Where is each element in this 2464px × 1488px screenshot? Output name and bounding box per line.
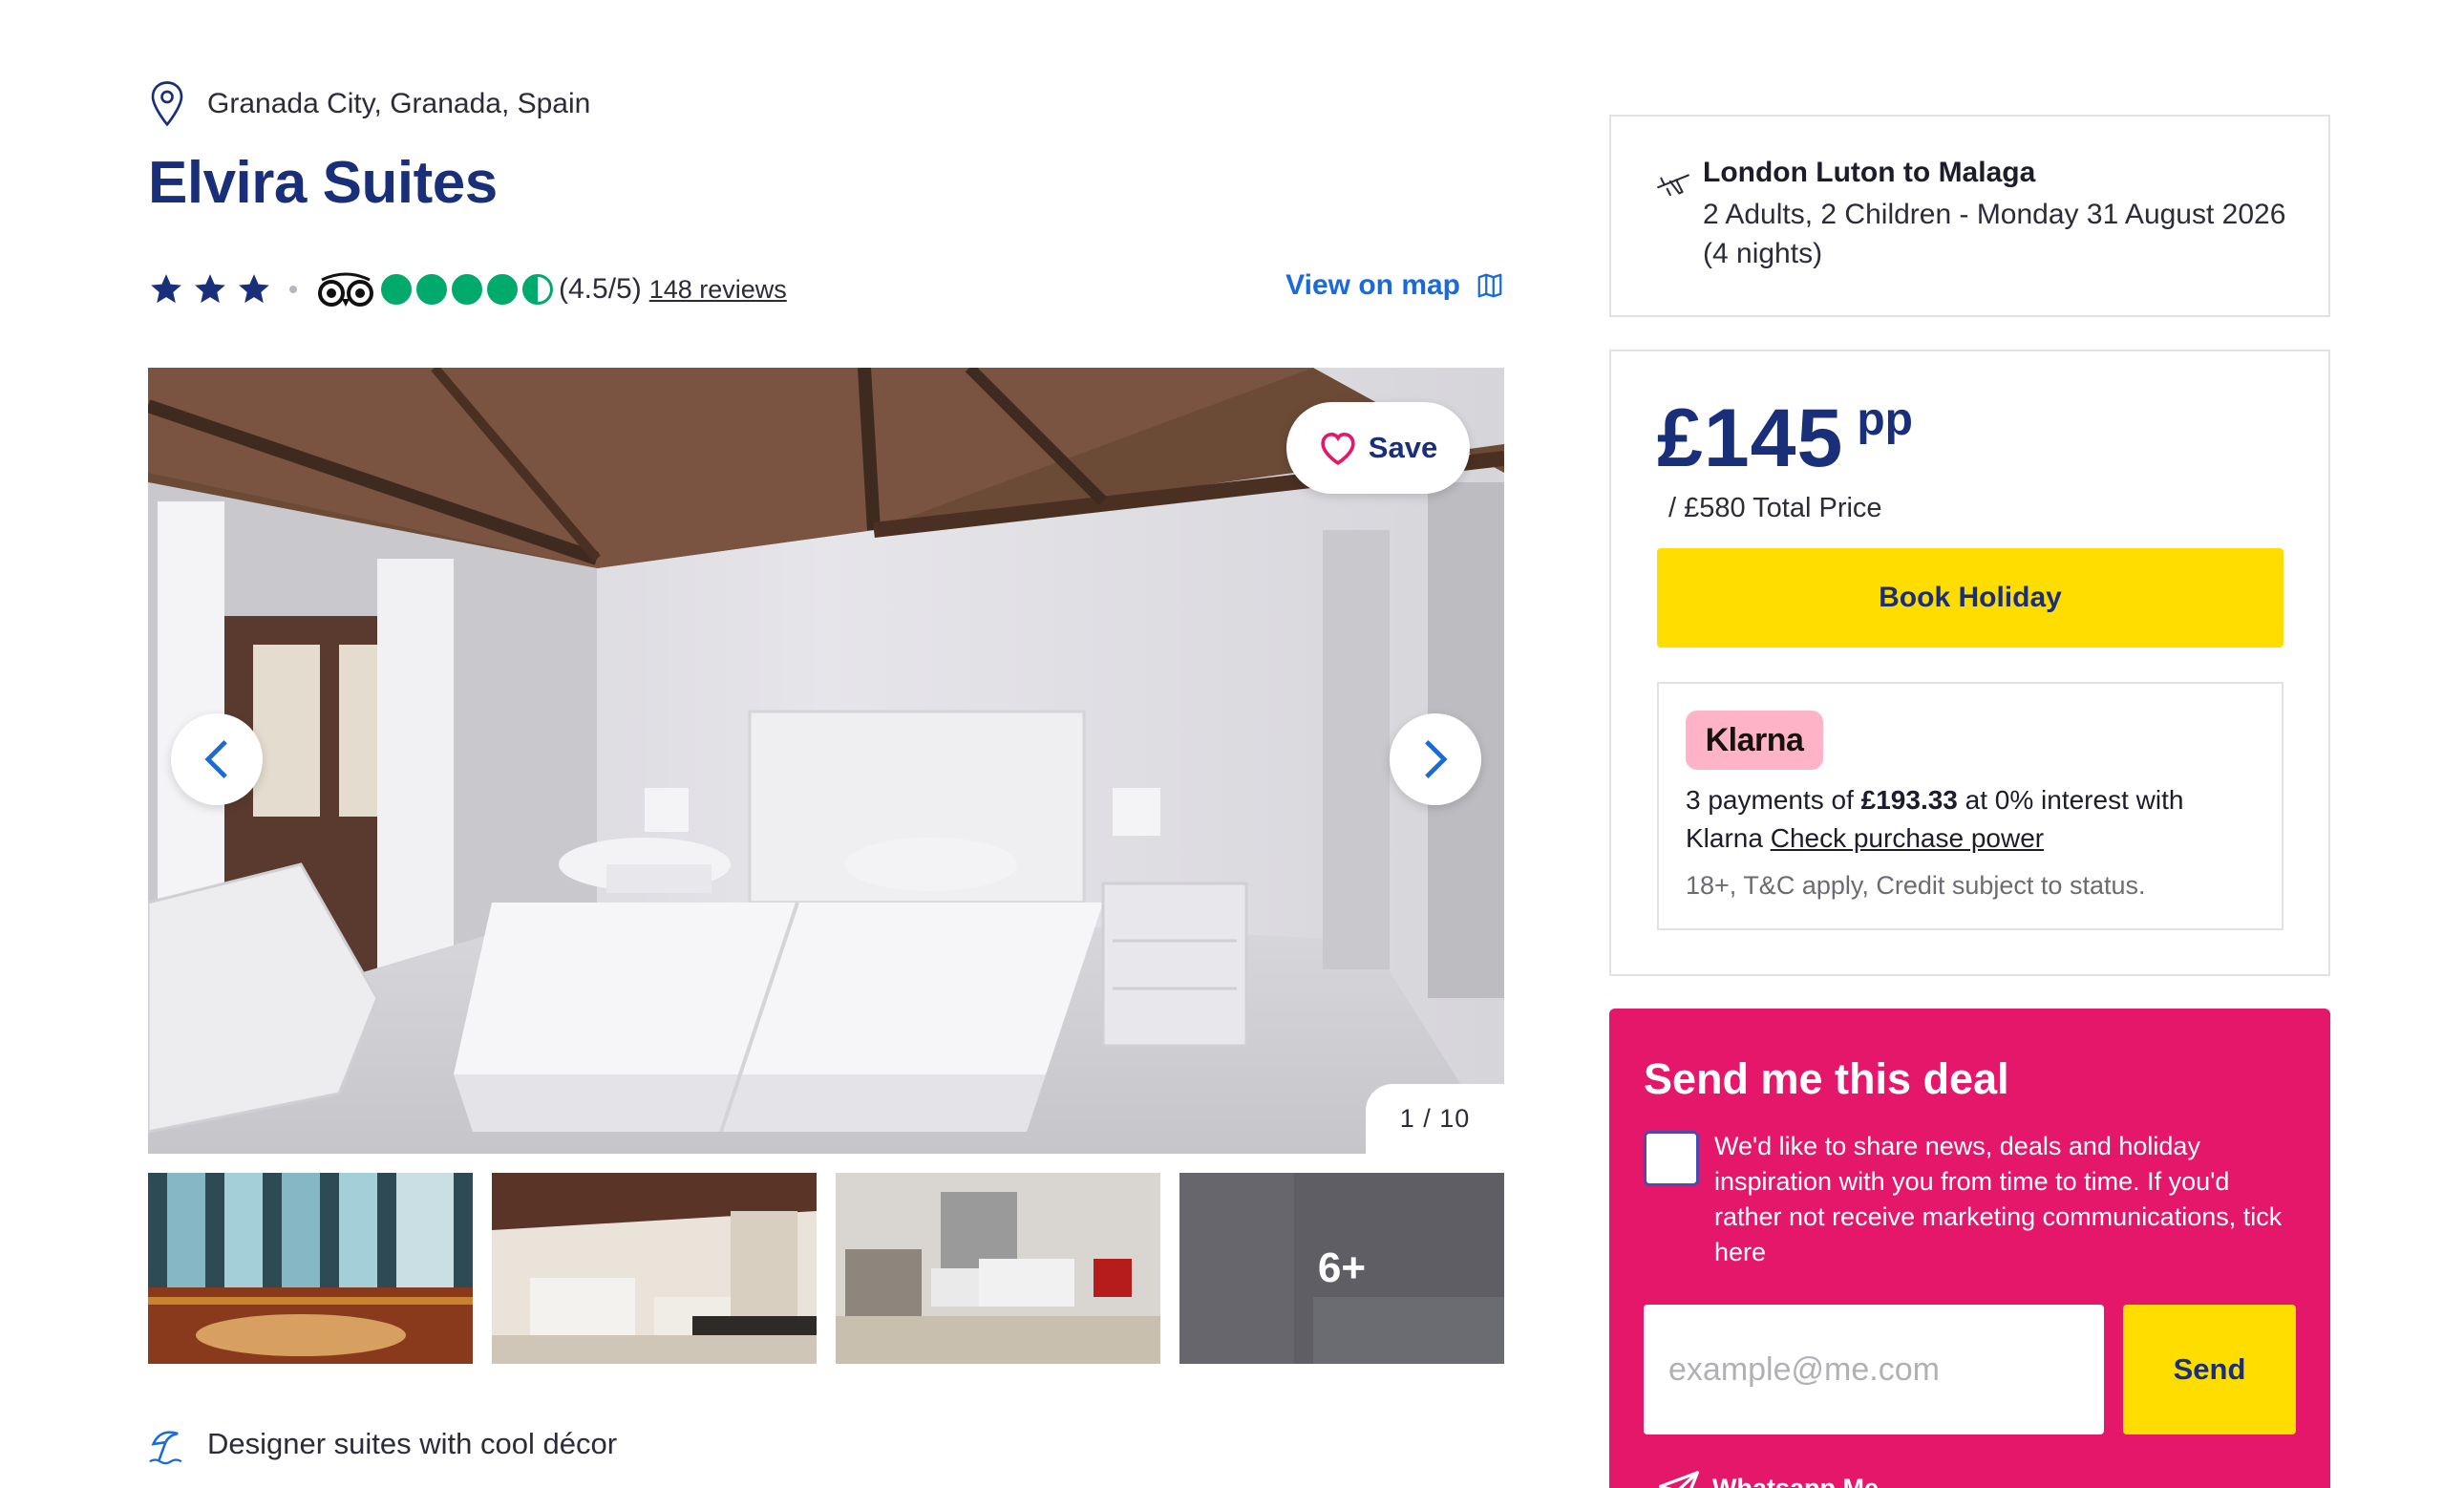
previous-photo-button[interactable] [171, 713, 263, 805]
location: Granada City, Granada, Spain [148, 80, 590, 128]
photo-counter: 1 / 10 [1366, 1084, 1504, 1154]
send-button[interactable]: Send [2123, 1305, 2296, 1435]
room-photo [148, 368, 1504, 1154]
tripadvisor-owl-icon [318, 272, 373, 307]
map-icon [1477, 273, 1502, 298]
next-photo-button[interactable] [1390, 713, 1481, 805]
whatsapp-label: Whatsapp Me [1712, 1473, 1880, 1488]
klarna-amount: £193.33 [1860, 785, 1958, 815]
star-icon [239, 274, 269, 304]
price-per-person: £145 pp [1657, 393, 1913, 484]
total-price: / £580 Total Price [1668, 493, 1882, 523]
rating-bubble [381, 274, 412, 305]
book-holiday-button[interactable]: Book Holiday [1657, 548, 2283, 648]
klarna-small-print: 18+, T&C apply, Credit subject to status… [1686, 871, 2146, 900]
flight-details: 2 Adults, 2 Children - Monday 31 August … [1703, 199, 2286, 269]
rating-bubble [522, 274, 553, 305]
klarna-logo: Klarna [1686, 711, 1823, 770]
thumbnail-image [836, 1173, 1160, 1364]
thumbnail-3[interactable] [836, 1173, 1160, 1364]
save-button[interactable]: Save [1286, 402, 1470, 494]
separator-dot [289, 286, 297, 293]
rating-row: (4.5/5) 148 reviews View on map [148, 266, 1504, 313]
view-on-map-link[interactable]: View on map [1285, 269, 1504, 302]
check-purchase-power-link[interactable]: Check purchase power [1771, 823, 2044, 853]
thumbnail-more[interactable]: 6+ [1179, 1173, 1504, 1364]
tripadvisor-bubbles [381, 274, 553, 305]
price-value: £145 [1657, 393, 1844, 484]
klarna-panel: Klarna 3 payments of £193.33 at 0% inter… [1657, 682, 2283, 930]
photo-gallery: Save 1 / 10 [148, 368, 1504, 1154]
thumbnail-1[interactable] [148, 1173, 473, 1364]
hotel-title: Elvira Suites [148, 150, 498, 216]
star-rating [148, 271, 272, 308]
heart-icon [1321, 432, 1355, 466]
rating-score: (4.5/5) [559, 273, 642, 305]
paper-plane-icon [1659, 1471, 1699, 1488]
thumbnail-strip: 6+ [148, 1173, 1504, 1364]
marketing-opt-out-checkbox[interactable] [1644, 1131, 1699, 1186]
star-icon [195, 274, 225, 304]
feature-text: Designer suites with cool décor [207, 1427, 618, 1460]
klarna-offer: 3 payments of £193.33 at 0% interest wit… [1686, 785, 2184, 853]
chevron-left-icon [204, 739, 227, 779]
more-photos-label: 6+ [1317, 1244, 1367, 1291]
star-icon [151, 274, 181, 304]
rating-bubble [416, 274, 447, 305]
beach-umbrella-icon [149, 1431, 182, 1465]
thumbnail-image [492, 1173, 817, 1364]
send-deal-title: Send me this deal [1644, 1054, 2009, 1103]
marketing-consent-text: We'd like to share news, deals and holid… [1714, 1132, 2283, 1266]
rating-bubble [452, 274, 482, 305]
thumbnail-2[interactable] [492, 1173, 817, 1364]
price-card: £145 pp / £580 Total Price Book Holiday … [1609, 350, 2330, 976]
airplane-icon [1657, 174, 1689, 197]
location-text: Granada City, Granada, Spain [207, 88, 591, 119]
view-on-map-label: View on map [1285, 269, 1460, 301]
email-input[interactable] [1644, 1305, 2104, 1435]
price-unit: pp [1857, 394, 1913, 445]
send-deal-panel: Send me this deal We'd like to share new… [1609, 1009, 2330, 1488]
rating-bubble [487, 274, 518, 305]
feature-highlight: Designer suites with cool décor [148, 1423, 617, 1465]
reviews-link[interactable]: 148 reviews [649, 275, 787, 305]
chevron-right-icon [1425, 739, 1448, 779]
save-label: Save [1368, 431, 1438, 464]
whatsapp-me-link[interactable]: Whatsapp Me [1659, 1471, 1879, 1488]
flight-route: London Luton to Malaga [1703, 157, 2036, 188]
thumbnail-image [148, 1173, 473, 1364]
flight-summary-card: London Luton to Malaga 2 Adults, 2 Child… [1609, 115, 2330, 317]
map-pin-icon [151, 81, 183, 127]
